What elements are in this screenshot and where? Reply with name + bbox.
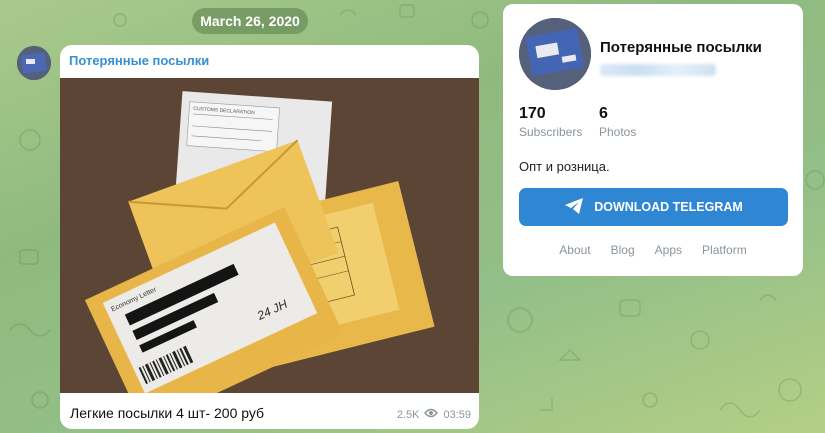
link-apps[interactable]: Apps bbox=[655, 243, 682, 257]
channel-avatar-large bbox=[519, 18, 591, 90]
link-about[interactable]: About bbox=[559, 243, 590, 257]
link-blog[interactable]: Blog bbox=[611, 243, 635, 257]
date-separator: March 26, 2020 bbox=[192, 8, 308, 34]
channel-avatar[interactable] bbox=[17, 46, 51, 80]
telegram-plane-icon bbox=[564, 197, 584, 218]
download-button-label: DOWNLOAD TELEGRAM bbox=[594, 200, 743, 214]
footer-links: About Blog Apps Platform bbox=[503, 243, 803, 257]
link-platform[interactable]: Platform bbox=[702, 243, 747, 257]
photos-label: Photos bbox=[599, 125, 637, 139]
views-count: 2.5K bbox=[396, 408, 420, 421]
subscribers-count: 170 bbox=[519, 105, 546, 122]
channel-info-card: Потерянные посылки 170 Subscribers 6 Pho… bbox=[503, 4, 803, 276]
post-meta: 2.5K 03:59 bbox=[397, 408, 471, 421]
channel-username-blurred bbox=[600, 64, 716, 76]
post-caption: Легкие посылки 4 шт- 200 руб bbox=[70, 405, 265, 421]
post-time: 03:59 bbox=[443, 408, 471, 421]
channel-post: Потерянные посылки CUSTOMS DECLARATION E… bbox=[60, 45, 479, 429]
post-photo[interactable]: CUSTOMS DECLARATION Economy Letter 24 JH bbox=[60, 78, 479, 393]
channel-description: Опт и розница. bbox=[519, 159, 610, 174]
post-channel-name[interactable]: Потерянные посылки bbox=[69, 53, 209, 68]
photos-count: 6 bbox=[599, 105, 608, 122]
eye-icon bbox=[424, 408, 439, 421]
channel-title: Потерянные посылки bbox=[600, 39, 762, 56]
subscribers-label: Subscribers bbox=[519, 125, 583, 139]
download-telegram-button[interactable]: DOWNLOAD TELEGRAM bbox=[519, 188, 788, 226]
